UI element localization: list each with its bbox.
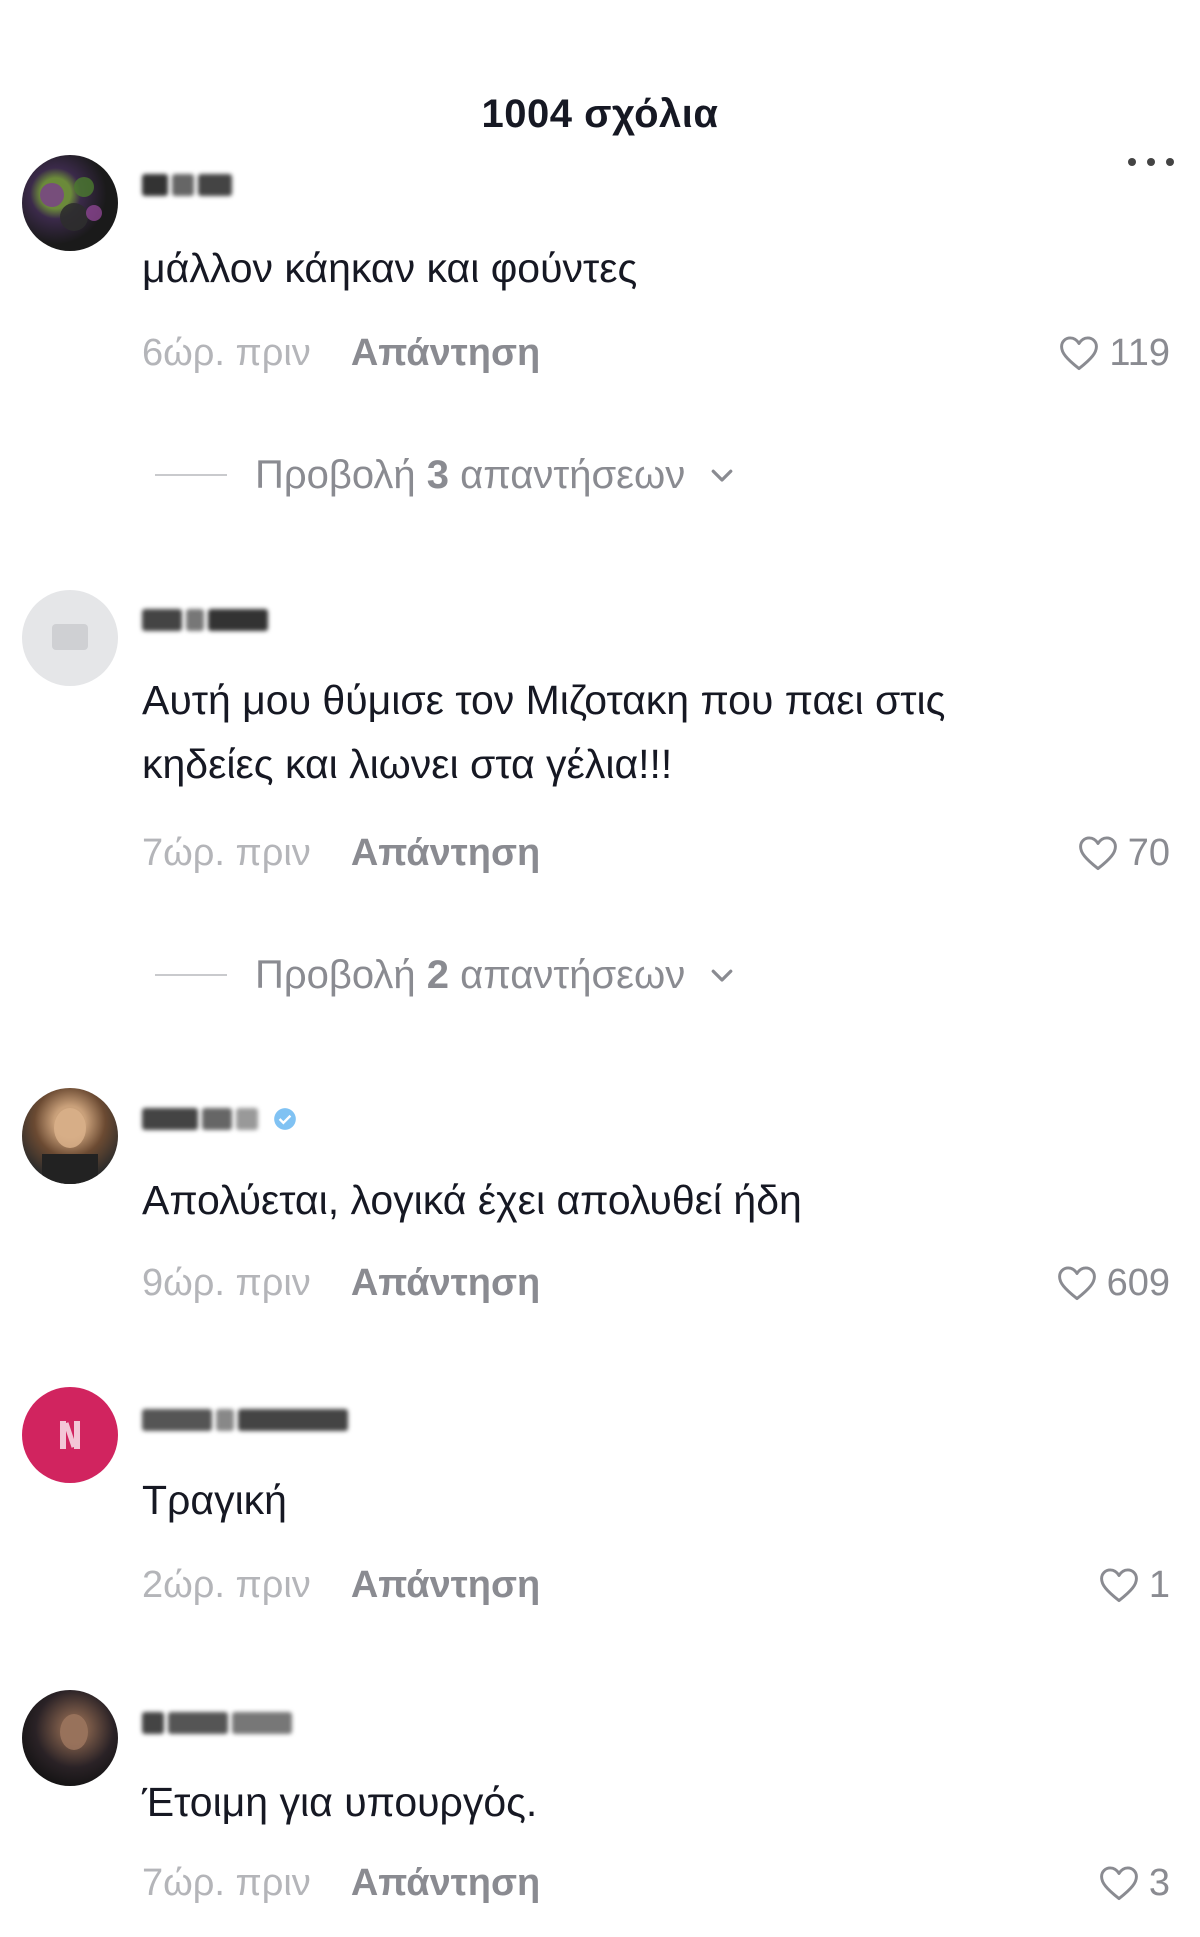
comment-text: Απολύεται, λογικά έχει απολυθεί ήδη	[142, 1177, 802, 1223]
heart-icon	[1099, 1568, 1138, 1603]
like-button[interactable]: 119	[1057, 328, 1170, 378]
like-count: 119	[1109, 331, 1170, 374]
like-count: 1	[1148, 1563, 1170, 1606]
comment-time: 7ώρ. πριν	[142, 831, 311, 874]
avatar[interactable]	[22, 1088, 118, 1184]
heart-icon	[1078, 836, 1117, 871]
reply-button[interactable]: Απάντηση	[351, 832, 540, 875]
heart-icon	[1099, 1866, 1138, 1901]
comment-meta: 2ώρ. πριν Απάντηση	[142, 1560, 540, 1610]
avatar[interactable]	[22, 1387, 118, 1483]
comment-time: 7ώρ. πριν	[142, 1861, 311, 1904]
comments-count-title: 1004 σχόλια	[481, 92, 719, 136]
chevron-down-icon	[711, 969, 733, 982]
avatar[interactable]	[22, 155, 118, 251]
view-replies-button[interactable]: Προβολή 2 απαντήσεων	[155, 950, 737, 1000]
like-count: 609	[1106, 1261, 1170, 1304]
divider-line	[155, 974, 227, 976]
chevron-down-icon	[711, 469, 733, 482]
avatar[interactable]	[22, 590, 118, 686]
comment-meta: 7ώρ. πριν Απάντηση	[142, 828, 540, 878]
reply-button[interactable]: Απάντηση	[351, 332, 540, 375]
like-button[interactable]: 609	[1055, 1258, 1170, 1308]
comment-meta: 7ώρ. πριν Απάντηση	[142, 1858, 540, 1908]
verified-badge-icon	[274, 1108, 296, 1130]
comment-time: 6ώρ. πριν	[142, 331, 311, 374]
comment-time: 9ώρ. πριν	[142, 1261, 311, 1304]
username[interactable]	[142, 1405, 348, 1435]
view-replies-prefix: Προβολή	[255, 952, 416, 997]
comment-meta: 6ώρ. πριν Απάντηση	[142, 328, 540, 378]
reply-button[interactable]: Απάντηση	[351, 1262, 540, 1305]
username[interactable]	[142, 1708, 292, 1738]
like-count: 3	[1148, 1861, 1170, 1904]
view-replies-button[interactable]: Προβολή 3 απαντήσεων	[155, 450, 737, 500]
username[interactable]	[142, 1104, 298, 1134]
reply-button[interactable]: Απάντηση	[351, 1862, 540, 1905]
divider-line	[155, 474, 227, 476]
heart-icon	[1057, 1266, 1096, 1301]
comment-text: Έτοιμη για υπουργός.	[142, 1779, 538, 1825]
comment-time: 2ώρ. πριν	[142, 1563, 311, 1606]
more-options-icon[interactable]	[1128, 150, 1174, 174]
reply-button[interactable]: Απάντηση	[351, 1564, 540, 1607]
username[interactable]	[142, 170, 232, 200]
like-button[interactable]: 1	[1097, 1560, 1170, 1610]
comment-text: Αυτή μου θύμισε τον Μιζοτακη που παει στ…	[142, 677, 946, 787]
view-replies-suffix: απαντήσεων	[460, 452, 686, 497]
comment-text: μάλλον κάηκαν και φούντες	[142, 245, 638, 291]
comment-text: Τραγική	[142, 1477, 287, 1523]
view-replies-prefix: Προβολή	[255, 452, 416, 497]
like-button[interactable]: 70	[1076, 828, 1170, 878]
avatar[interactable]	[22, 1690, 118, 1786]
username[interactable]	[142, 605, 268, 635]
heart-icon	[1060, 336, 1099, 371]
like-count: 70	[1127, 831, 1170, 874]
view-replies-count: 2	[426, 952, 449, 997]
view-replies-suffix: απαντήσεων	[460, 952, 686, 997]
like-button[interactable]: 3	[1097, 1858, 1170, 1908]
view-replies-count: 3	[426, 452, 449, 497]
comment-meta: 9ώρ. πριν Απάντηση	[142, 1258, 540, 1308]
